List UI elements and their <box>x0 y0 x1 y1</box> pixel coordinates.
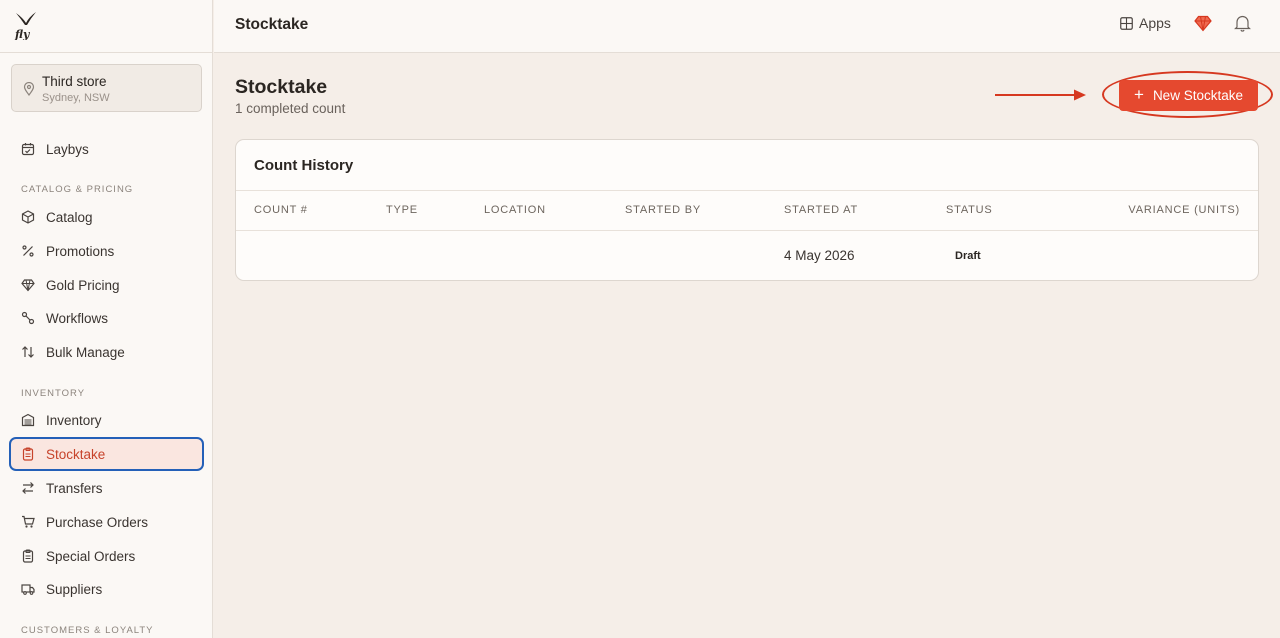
sidebar-item-catalog[interactable]: Catalog <box>11 201 202 233</box>
sidebar-item-label: Promotions <box>46 243 115 259</box>
new-stocktake-label: New Stocktake <box>1152 88 1243 103</box>
divider <box>236 230 1258 231</box>
status-badge: Draft <box>955 250 981 262</box>
map-pin-icon <box>23 82 35 96</box>
clipboard-icon <box>21 447 35 461</box>
warehouse-icon <box>21 413 35 427</box>
column-header-started-by[interactable]: STARTED BY <box>625 204 701 216</box>
plus-icon: + <box>1134 85 1144 104</box>
column-header-type[interactable]: TYPE <box>386 204 418 216</box>
arrows-up-down-icon <box>21 345 35 359</box>
column-header-count[interactable]: COUNT # <box>254 204 308 216</box>
sidebar-item-label: Gold Pricing <box>46 277 120 293</box>
workflow-icon <box>21 311 35 325</box>
sidebar-item-label: Inventory <box>46 412 102 428</box>
section-label-customers: CUSTOMERS & LOYALTY <box>21 625 154 636</box>
section-label-inventory: INVENTORY <box>21 388 86 399</box>
cell-started-at: 4 May 2026 <box>784 248 855 263</box>
sidebar-item-label: Catalog <box>46 209 93 225</box>
calendar-check-icon <box>21 142 35 156</box>
gem-icon[interactable] <box>1194 15 1212 32</box>
grid-icon <box>1120 16 1133 30</box>
sidebar-item-suppliers[interactable]: Suppliers <box>11 573 202 605</box>
top-bar: Stocktake Apps <box>214 0 1280 53</box>
sidebar: fly Third store Sydney, NSW Laybys CATAL… <box>0 0 213 638</box>
topbar-title: Stocktake <box>235 16 309 33</box>
logo-text: fly <box>14 28 31 40</box>
column-header-variance[interactable]: VARIANCE (UNITS) <box>1128 204 1240 216</box>
sidebar-item-label: Purchase Orders <box>46 514 149 530</box>
sidebar-item-label: Special Orders <box>46 548 136 564</box>
arrows-left-right-icon <box>21 481 35 495</box>
sidebar-item-label: Laybys <box>46 141 89 157</box>
apps-button[interactable]: Apps <box>1120 15 1171 31</box>
bell-icon[interactable] <box>1234 14 1251 32</box>
clipboard-list-icon <box>21 549 35 563</box>
annotation-arrow <box>995 89 1086 101</box>
sidebar-item-gold-pricing[interactable]: Gold Pricing <box>11 269 202 301</box>
sidebar-item-stocktake[interactable]: Stocktake <box>9 437 204 471</box>
sidebar-item-bulk-manage[interactable]: Bulk Manage <box>11 336 202 368</box>
sidebar-item-purchase-orders[interactable]: Purchase Orders <box>11 506 202 538</box>
store-selector[interactable]: Third store Sydney, NSW <box>11 64 202 112</box>
sidebar-item-label: Stocktake <box>46 446 106 462</box>
fly-logo[interactable]: fly <box>14 10 38 40</box>
new-stocktake-button[interactable]: + New Stocktake <box>1119 80 1258 111</box>
sidebar-item-inventory[interactable]: Inventory <box>11 404 202 436</box>
sidebar-divider <box>0 52 212 53</box>
divider <box>236 190 1258 191</box>
box-icon <box>21 210 35 224</box>
page-title: Stocktake <box>235 76 328 98</box>
sidebar-item-workflows[interactable]: Workflows <box>11 302 202 334</box>
count-history-card: Count History COUNT # TYPE LOCATION STAR… <box>235 139 1259 281</box>
store-location: Sydney, NSW <box>42 92 110 104</box>
gem-icon <box>21 278 35 292</box>
column-header-status[interactable]: STATUS <box>946 204 993 216</box>
sidebar-item-transfers[interactable]: Transfers <box>11 472 202 504</box>
sidebar-item-label: Bulk Manage <box>46 344 125 360</box>
column-header-started-at[interactable]: STARTED AT <box>784 204 858 216</box>
truck-icon <box>21 582 35 596</box>
sidebar-item-label: Transfers <box>46 480 103 496</box>
sidebar-item-promotions[interactable]: Promotions <box>11 235 202 267</box>
column-header-location[interactable]: LOCATION <box>484 204 546 216</box>
sidebar-item-label: Workflows <box>46 310 109 326</box>
percent-icon <box>21 244 35 258</box>
sidebar-item-special-orders[interactable]: Special Orders <box>11 540 202 572</box>
apps-label: Apps <box>1139 15 1171 31</box>
store-name: Third store <box>42 74 107 89</box>
cart-icon <box>21 515 35 529</box>
section-label-catalog: CATALOG & PRICING <box>21 184 134 195</box>
sidebar-item-label: Suppliers <box>46 581 103 597</box>
page-subtitle: 1 completed count <box>235 101 346 116</box>
card-title: Count History <box>254 157 354 174</box>
sidebar-item-laybys[interactable]: Laybys <box>11 133 202 165</box>
